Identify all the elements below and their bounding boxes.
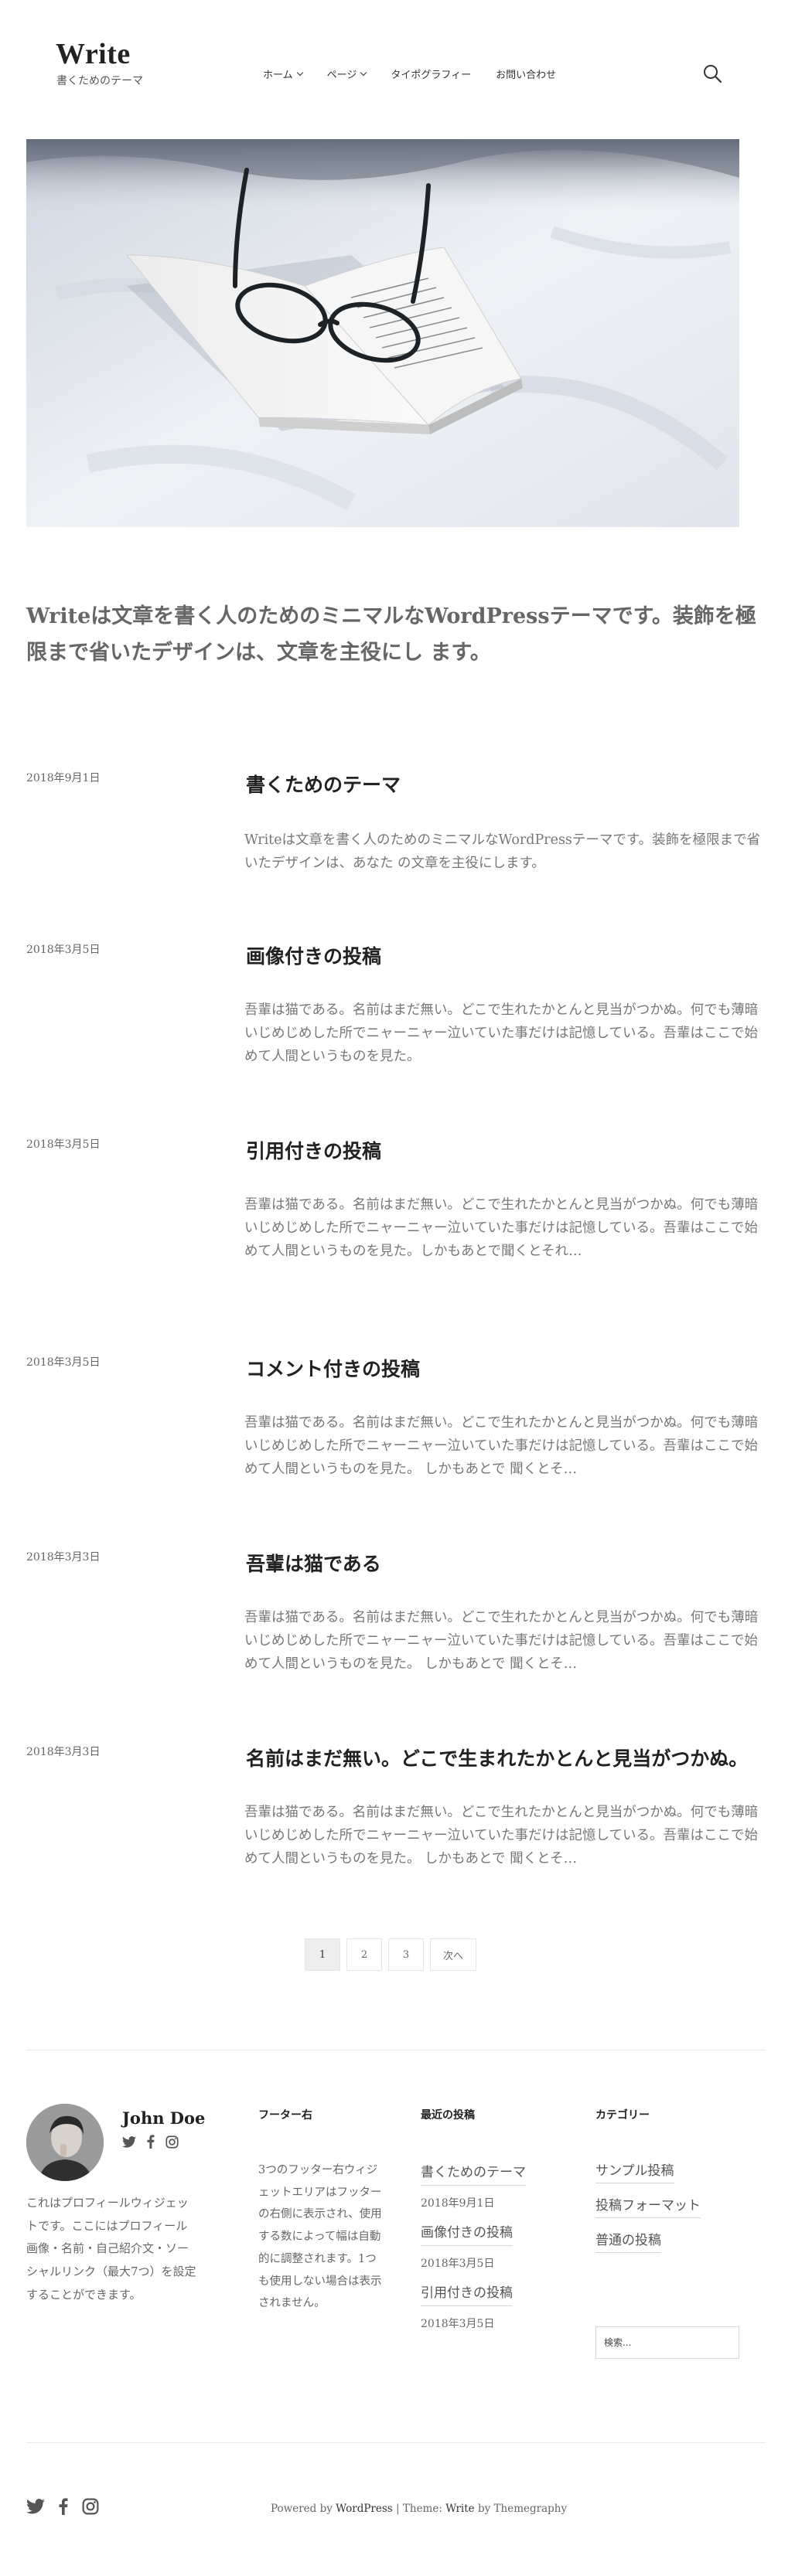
page-link[interactable]: 3 xyxy=(388,1938,424,1971)
credits-separator: | Theme: xyxy=(392,2503,446,2515)
recent-post-date: 2018年9月1日 xyxy=(421,2197,495,2210)
post-title[interactable]: 吾輩は猫である xyxy=(246,1549,381,1577)
post-excerpt: 吾輩は猫である。名前はまだ無い。どこで生れたかとんと見当がつかぬ。何でも薄暗いじ… xyxy=(244,1002,759,1065)
widget-title: フーター右 xyxy=(258,2109,312,2122)
facebook-icon[interactable] xyxy=(59,2498,68,2518)
pagination: 1 2 3 次へ xyxy=(305,1938,477,1971)
post-date: 2018年9月1日 xyxy=(26,772,101,784)
post-excerpt: 吾輩は猫である。名前はまだ無い。どこで生れたかとんと見当がつかぬ。何でも薄暗いじ… xyxy=(244,1610,759,1673)
post-excerpt: 吾輩は猫である。名前はまだ無い。どこで生れたかとんと見当がつかぬ。何でも薄暗いじ… xyxy=(244,1197,759,1260)
next-page-link[interactable]: 次へ xyxy=(430,1938,477,1971)
wordpress-link[interactable]: WordPress xyxy=(336,2503,393,2515)
post-title[interactable]: 引用付きの投稿 xyxy=(246,1136,381,1164)
post-title[interactable]: 書くためのテーマ xyxy=(246,770,401,798)
intro-text: Writeは文章を書く人のためのミニマルなWordPressテーマです。装飾を極… xyxy=(26,604,756,665)
avatar xyxy=(26,2104,104,2181)
nav-label-typography: タイポグラフィー xyxy=(391,70,472,81)
page-link-current[interactable]: 1 xyxy=(305,1938,340,1971)
category-link[interactable]: 投稿フォーマット xyxy=(595,2194,701,2218)
post-date: 2018年3月5日 xyxy=(26,1356,101,1369)
profile-description: これはプロフィールウィジェットです。ここにはプロフィール画像・名前・自己紹介文・… xyxy=(26,2196,196,2302)
theme-link[interactable]: Write xyxy=(445,2503,474,2515)
post-date: 2018年3月3日 xyxy=(26,1746,101,1758)
nav-label-pages: ページ xyxy=(326,70,357,81)
twitter-icon[interactable] xyxy=(122,2135,136,2151)
post-title[interactable]: コメント付きの投稿 xyxy=(246,1354,420,1382)
hero-image xyxy=(26,139,739,527)
profile-name: John Doe xyxy=(122,2108,206,2128)
main-navigation: ホーム ページ タイポグラフィー お問い合わせ xyxy=(263,66,556,81)
nav-label-home: ホーム xyxy=(263,70,293,81)
footer-social-links xyxy=(26,2498,99,2518)
chevron-down-icon xyxy=(360,69,367,76)
nav-item-typography[interactable]: タイポグラフィー xyxy=(391,66,471,81)
credits-prefix: Powered by xyxy=(271,2503,336,2515)
footer-credits: Powered by WordPress | Theme: Write by T… xyxy=(271,2503,567,2515)
recent-post-date: 2018年3月5日 xyxy=(421,2258,495,2270)
category-link[interactable]: サンプル投稿 xyxy=(595,2159,674,2183)
recent-post-link[interactable]: 画像付きの投稿 xyxy=(421,2221,513,2246)
widget-title: カテゴリー xyxy=(595,2109,650,2122)
instagram-icon[interactable] xyxy=(165,2135,179,2152)
post-title[interactable]: 画像付きの投稿 xyxy=(246,941,381,969)
nav-item-pages[interactable]: ページ xyxy=(327,66,367,81)
post-date: 2018年3月5日 xyxy=(26,1138,101,1151)
post-date: 2018年3月3日 xyxy=(26,1551,101,1564)
nav-item-contact[interactable]: お問い合わせ xyxy=(496,66,556,81)
nav-item-home[interactable]: ホーム xyxy=(263,66,303,81)
category-link[interactable]: 普通の投稿 xyxy=(595,2229,661,2253)
post-excerpt: 吾輩は猫である。名前はまだ無い。どこで生れたかとんと見当がつかぬ。何でも薄暗いじ… xyxy=(244,1805,759,1867)
site-title[interactable]: Write xyxy=(56,37,131,71)
post-date: 2018年3月5日 xyxy=(26,944,101,956)
page-link[interactable]: 2 xyxy=(346,1938,382,1971)
category-list: サンプル投稿 投稿フォーマット 普通の投稿 xyxy=(595,2159,701,2264)
search-icon[interactable] xyxy=(702,63,722,83)
search-input[interactable] xyxy=(595,2326,739,2359)
instagram-icon[interactable] xyxy=(82,2498,99,2518)
recent-posts-list: 書くためのテーマ 2018年9月1日 画像付きの投稿 2018年3月5日 引用付… xyxy=(421,2159,544,2342)
twitter-icon[interactable] xyxy=(26,2499,45,2517)
facebook-icon[interactable] xyxy=(147,2135,155,2152)
widget-text: 3つのフッター右ウィジェットエリアはフッターの右側に表示され、使用する数によって… xyxy=(258,2164,382,2310)
chevron-down-icon xyxy=(296,69,303,76)
widget-title: 最近の投稿 xyxy=(421,2109,475,2122)
nav-label-contact: お問い合わせ xyxy=(496,70,557,81)
post-excerpt: Writeは文章を書く人のためのミニマルなWordPressテーマです。装飾を極… xyxy=(244,832,761,872)
recent-post-date: 2018年3月5日 xyxy=(421,2318,495,2330)
recent-post-link[interactable]: 引用付きの投稿 xyxy=(421,2282,513,2306)
credits-author: by Themegraphy xyxy=(474,2503,568,2515)
footer-bottom-divider xyxy=(26,2442,766,2443)
post-excerpt: 吾輩は猫である。名前はまだ無い。どこで生れたかとんと見当がつかぬ。何でも薄暗いじ… xyxy=(244,1415,759,1478)
site-tagline: 書くためのテーマ xyxy=(56,75,143,87)
post-title[interactable]: 名前はまだ無い。どこで生まれたかとんと見当がつかぬ。 xyxy=(246,1744,748,1771)
profile-social-links xyxy=(122,2135,179,2152)
recent-post-link[interactable]: 書くためのテーマ xyxy=(421,2161,526,2186)
